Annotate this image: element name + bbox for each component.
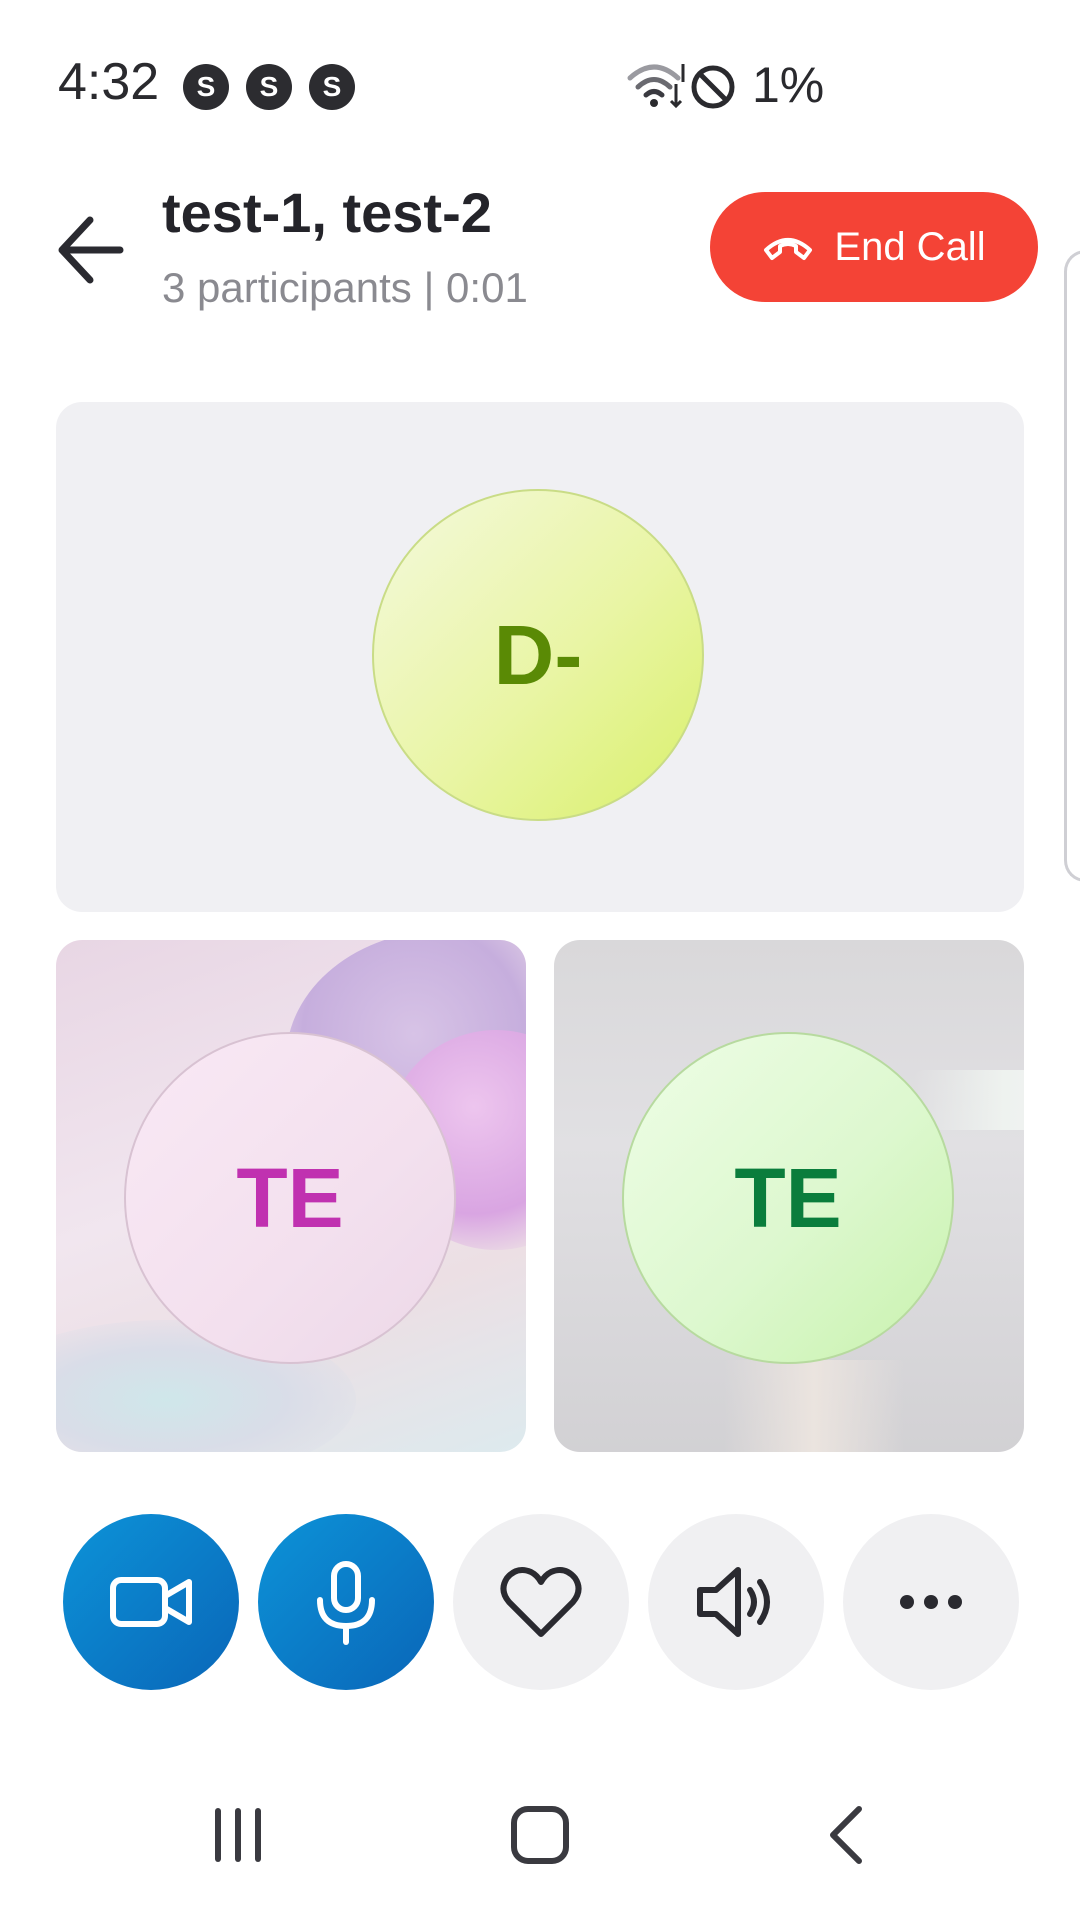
call-title: test-1, test-2: [162, 181, 492, 244]
home-icon: [511, 1806, 569, 1864]
heart-icon: [500, 1567, 582, 1637]
microphone-toggle-button[interactable]: [258, 1514, 434, 1690]
status-bar: 4:32 S S S 1%: [0, 0, 1080, 140]
participant-avatar: D-: [372, 489, 704, 821]
video-toggle-button[interactable]: [63, 1514, 239, 1690]
participant-avatar: TE: [124, 1032, 456, 1364]
speaker-button[interactable]: [648, 1514, 824, 1690]
battery-level: 1%: [752, 57, 825, 113]
speaker-icon: [697, 1567, 770, 1637]
skype-notification-icon: S: [183, 64, 229, 110]
microphone-icon: [317, 1561, 375, 1645]
status-time: 4:32: [58, 53, 160, 111]
side-panel-handle[interactable]: [1064, 250, 1080, 882]
avatar-initials: TE: [236, 1150, 344, 1245]
avatar-initials: TE: [734, 1150, 842, 1245]
participant-tile-left[interactable]: TE: [56, 940, 526, 1452]
participant-tile-right[interactable]: TE: [554, 940, 1024, 1452]
background-light-shape: [724, 1360, 904, 1452]
recent-apps-icon: [215, 1808, 261, 1862]
hang-up-icon: [764, 238, 813, 260]
wifi-icon: [627, 64, 685, 109]
video-camera-icon: [110, 1577, 192, 1627]
end-call-label: End Call: [834, 224, 986, 269]
more-icon: [900, 1595, 962, 1609]
more-options-button[interactable]: [843, 1514, 1019, 1690]
skype-notification-icon: S: [309, 64, 355, 110]
do-not-disturb-icon: [691, 65, 735, 109]
system-back-button[interactable]: [806, 1790, 886, 1880]
react-button[interactable]: [453, 1514, 629, 1690]
home-button[interactable]: [500, 1790, 580, 1880]
arrow-left-icon: [58, 216, 124, 284]
chevron-left-icon: [830, 1806, 862, 1864]
participant-avatar: TE: [622, 1032, 954, 1364]
call-subtitle: 3 participants | 0:01: [162, 264, 528, 311]
avatar-initials: D-: [493, 607, 583, 702]
end-call-button[interactable]: End Call: [710, 192, 1038, 302]
participant-tile-main[interactable]: D-: [56, 402, 1024, 912]
recent-apps-button[interactable]: [200, 1790, 276, 1880]
back-button[interactable]: [56, 212, 136, 288]
skype-notification-icon: S: [246, 64, 292, 110]
